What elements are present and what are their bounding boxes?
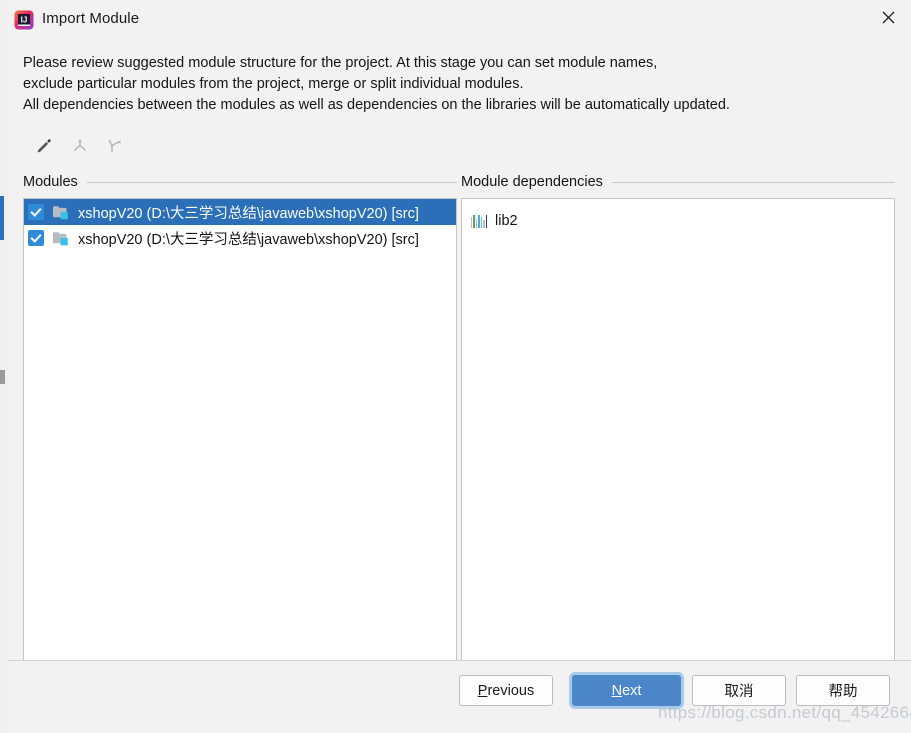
next-button-mnemonic: N bbox=[611, 682, 623, 699]
background-window-scrollbar-sliver bbox=[0, 370, 5, 384]
cancel-button-label: 取消 bbox=[724, 684, 754, 700]
help-button[interactable]: 帮助 bbox=[796, 675, 890, 706]
merge-icon[interactable] bbox=[66, 132, 94, 160]
section-divider bbox=[86, 181, 457, 183]
list-item-label: lib2 bbox=[495, 213, 518, 229]
edit-icon[interactable] bbox=[30, 132, 58, 160]
module-folder-icon bbox=[52, 230, 70, 246]
list-item[interactable]: xshopV20 (D:\大三学习总结\javaweb\xshopV20) [s… bbox=[24, 225, 456, 251]
svg-text:IJ: IJ bbox=[21, 16, 28, 25]
list-item[interactable]: xshopV20 (D:\大三学习总结\javaweb\xshopV20) [s… bbox=[24, 199, 456, 225]
dependencies-section-label: Module dependencies bbox=[461, 174, 603, 190]
previous-button-mnemonic: P bbox=[477, 682, 488, 699]
dependencies-list[interactable]: lib2 bbox=[461, 198, 895, 661]
module-checkbox[interactable] bbox=[28, 204, 44, 220]
dialog-titlebar: IJ Import Module bbox=[8, 0, 911, 40]
modules-section-header: Modules bbox=[23, 174, 457, 190]
next-button[interactable]: Next bbox=[572, 675, 681, 706]
library-icon bbox=[471, 214, 487, 228]
modules-list[interactable]: xshopV20 (D:\大三学习总结\javaweb\xshopV20) [s… bbox=[23, 198, 457, 661]
background-window-selection-sliver bbox=[0, 196, 4, 240]
split-icon[interactable] bbox=[102, 132, 130, 160]
previous-button-label-rest: revious bbox=[487, 682, 535, 699]
dialog-description: Please review suggested module structure… bbox=[23, 55, 730, 113]
next-button-label-rest: ext bbox=[622, 682, 642, 699]
previous-button[interactable]: Previous bbox=[459, 675, 553, 706]
section-divider bbox=[611, 181, 895, 183]
module-checkbox[interactable] bbox=[28, 230, 44, 246]
module-toolbar bbox=[30, 132, 130, 160]
module-folder-icon bbox=[52, 204, 70, 220]
dialog-title: Import Module bbox=[42, 10, 140, 27]
list-item-label: xshopV20 (D:\大三学习总结\javaweb\xshopV20) [s… bbox=[78, 231, 419, 248]
import-module-dialog: IJ Import Module Please review suggested… bbox=[8, 0, 911, 733]
list-item[interactable]: lib2 bbox=[462, 209, 894, 233]
dependencies-section-header: Module dependencies bbox=[461, 174, 895, 190]
modules-section-label: Modules bbox=[23, 174, 78, 190]
cancel-button[interactable]: 取消 bbox=[692, 675, 786, 706]
close-icon[interactable] bbox=[865, 0, 911, 34]
list-item-label: xshopV20 (D:\大三学习总结\javaweb\xshopV20) [s… bbox=[78, 205, 419, 222]
dialog-button-bar: Previous Next 取消 帮助 bbox=[8, 660, 911, 733]
intellij-idea-icon: IJ bbox=[14, 10, 34, 30]
help-button-label: 帮助 bbox=[828, 684, 858, 700]
